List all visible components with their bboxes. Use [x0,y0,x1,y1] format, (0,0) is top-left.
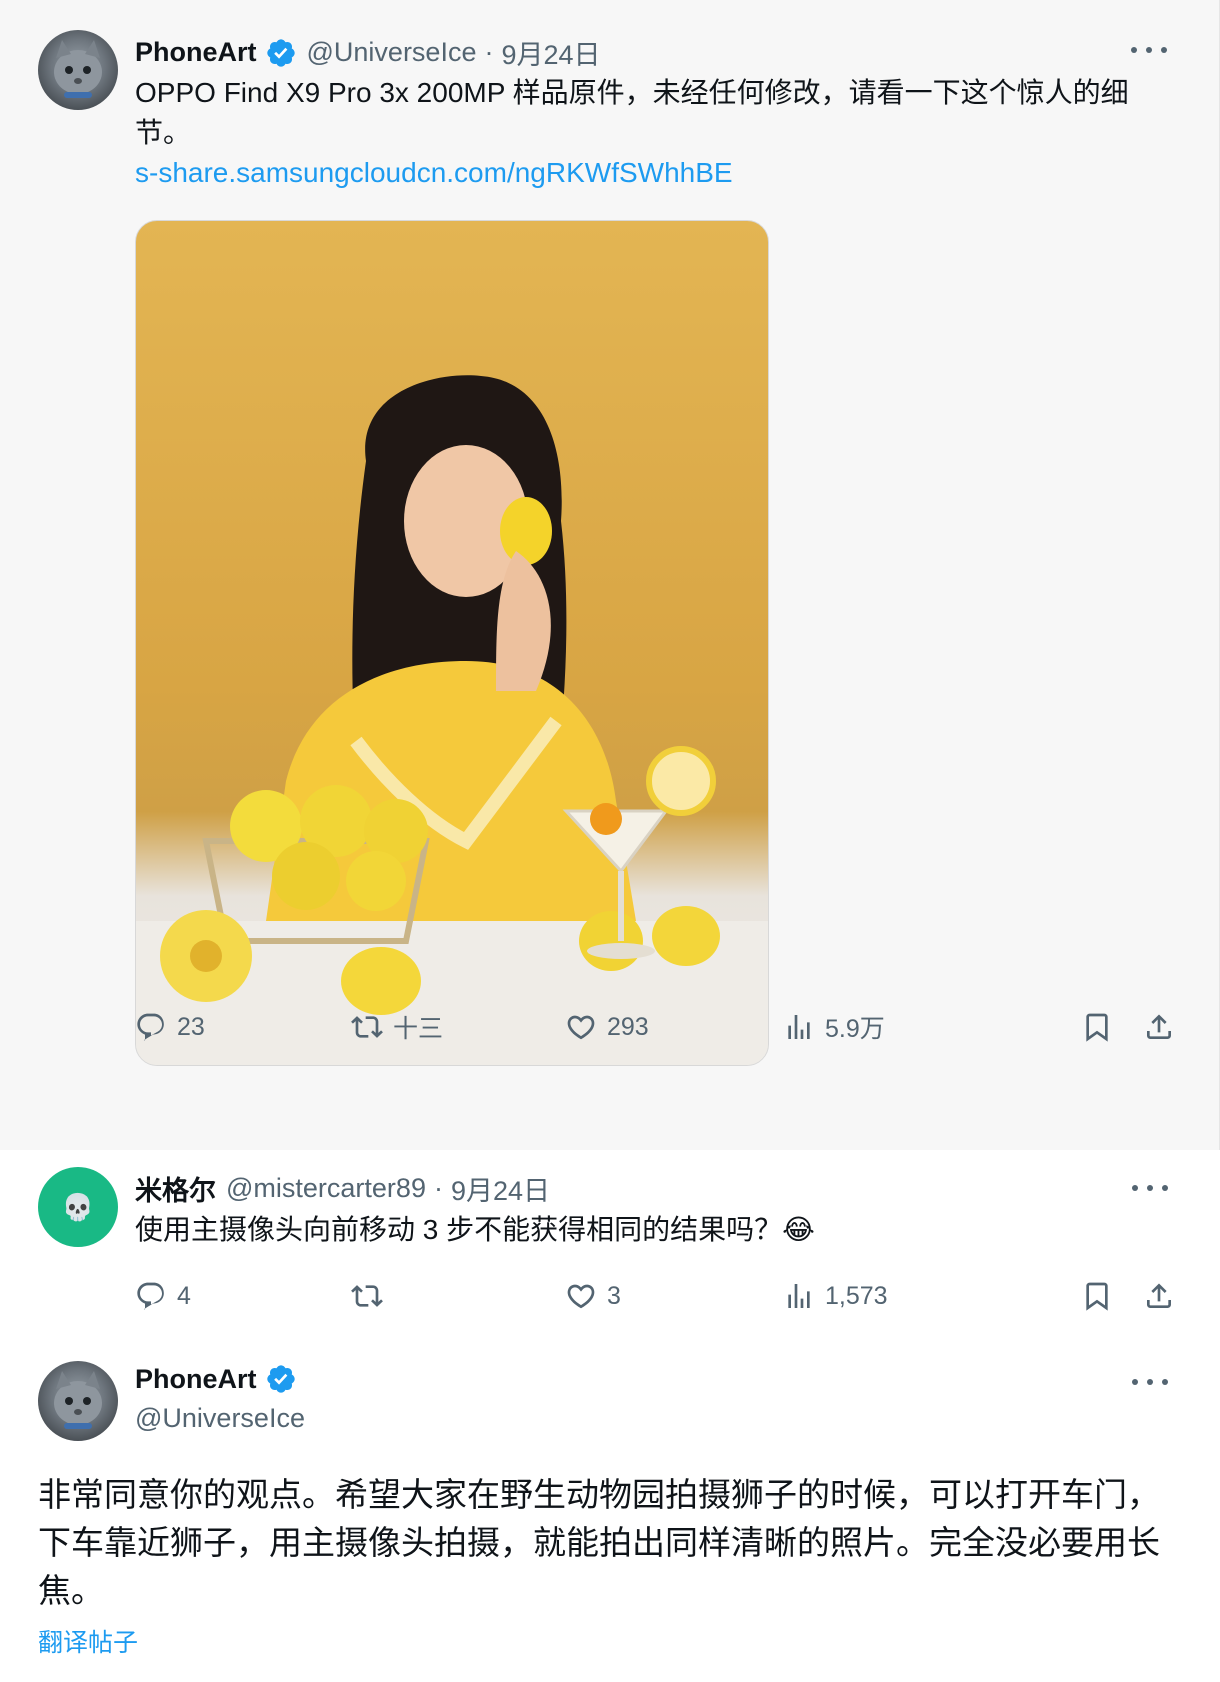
views-count: 1,573 [825,1281,888,1310]
cat-avatar-icon [54,1371,102,1429]
author-name[interactable]: PhoneArt [135,1364,257,1395]
more-icon[interactable] [1132,1183,1168,1193]
bookmark-icon [1086,1282,1108,1311]
views-icon [788,1284,810,1308]
reply-button[interactable]: 23 [135,1007,205,1047]
photo-illustration [136,375,768,1065]
tweet-focused-reply[interactable]: PhoneArt @UniverseIce 非常同意你的观点。希望大家在野生动物… [0,1343,1220,1682]
like-count: 3 [607,1281,621,1310]
author-handle[interactable]: @mistercarter89 [226,1173,426,1204]
views-count: 5.9万 [825,1015,885,1043]
avatar[interactable] [38,30,118,110]
tweet-actions: 23 十三 293 5.9万 [135,1007,1175,1047]
like-button[interactable]: 3 [565,1276,621,1316]
bookmark-button[interactable] [1081,1276,1113,1316]
tweet-handle-row: @UniverseIce [135,1403,305,1434]
author-handle[interactable]: @UniverseIce [307,37,477,68]
skull-icon: 💀 [61,1191,95,1222]
reply-icon [137,1013,164,1041]
author-handle[interactable]: @UniverseIce [135,1403,305,1434]
post-date[interactable]: 9月24日 [451,1169,550,1208]
like-count: 293 [607,1012,649,1041]
translate-post-link[interactable]: 翻译帖子 [38,1623,138,1659]
tweet-reply[interactable]: 💀 米格尔 @mistercarter89 · 9月24日 使用主摄像头向前移动… [0,1150,1220,1343]
repost-button[interactable]: 十三 [351,1007,443,1047]
tweet-photo[interactable] [135,220,769,1066]
avatar[interactable]: 💀 [38,1167,118,1247]
tweet-header: PhoneArt [135,1363,297,1395]
bookmark-button[interactable] [1081,1007,1113,1047]
separator-dot: · [433,1173,443,1203]
tweet-header: 米格尔 @mistercarter89 · 9月24日 [135,1169,550,1208]
repost-icon [351,1285,383,1307]
share-button[interactable] [1143,1007,1175,1047]
reply-count: 4 [177,1281,191,1310]
like-button[interactable]: 293 [565,1007,649,1047]
author-name[interactable]: PhoneArt [135,37,257,68]
tweet-header: PhoneArt @UniverseIce · 9月24日 [135,33,601,72]
verified-badge-icon [266,38,295,67]
repost-count: 十三 [393,1015,444,1043]
reply-count: 23 [177,1012,205,1041]
tweet-text: OPPO Find X9 Pro 3x 200MP 样品原件，未经任何修改，请看… [135,77,1129,148]
verified-badge-icon [266,1365,295,1393]
share-icon [1147,1283,1171,1308]
repost-icon [351,1016,383,1038]
tweet-text: 非常同意你的观点。希望大家在野生动物园拍摄狮子的时候，可以打开车门，下车靠近狮子… [38,1476,1160,1609]
more-icon[interactable] [1132,1377,1168,1387]
avatar[interactable] [38,1361,118,1441]
tweet-link[interactable]: s-share.samsungcloudcn.com/ngRKWfSWhhBE [135,157,733,189]
repost-button[interactable] [351,1276,393,1316]
heart-icon [567,1015,595,1040]
views-icon [788,1015,810,1039]
views-button[interactable]: 5.9万 [783,1007,885,1047]
tweet-main[interactable]: PhoneArt @UniverseIce · 9月24日 OPPO Find … [0,0,1220,1150]
reply-button[interactable]: 4 [135,1276,191,1316]
cat-avatar-icon [54,40,102,98]
share-icon [1147,1014,1171,1039]
separator-dot: · [484,37,494,67]
post-date[interactable]: 9月24日 [501,33,600,72]
share-button[interactable] [1143,1276,1175,1316]
views-button[interactable]: 1,573 [783,1276,888,1316]
tweet-actions: 4 3 1,573 [135,1276,1175,1316]
tweet-text: 使用主摄像头向前移动 3 步不能获得相同的结果吗？😂 [135,1214,815,1245]
bookmark-icon [1086,1013,1108,1042]
reply-icon [137,1282,164,1310]
heart-icon [567,1284,595,1309]
author-name[interactable]: 米格尔 [135,1169,216,1208]
more-icon[interactable] [1131,45,1167,55]
